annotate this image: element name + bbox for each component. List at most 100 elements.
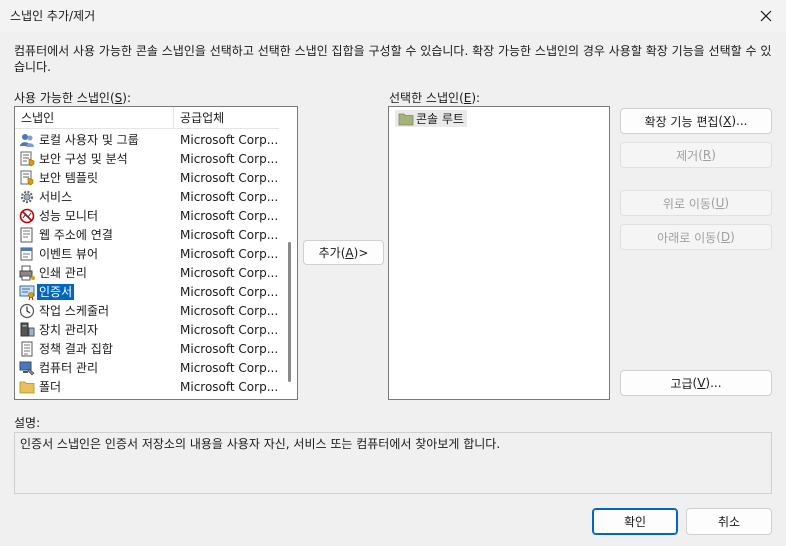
snapin-row-11[interactable]: 정책 결과 집합 Microsoft Corp...	[15, 339, 279, 358]
snapin-row-5[interactable]: 웹 주소에 연결 Microsoft Corp...	[15, 225, 279, 244]
snapin-vendor: Microsoft Corp...	[180, 360, 279, 375]
task-scheduler-icon	[19, 303, 35, 318]
vertical-scrollbar[interactable]	[281, 107, 297, 399]
snapin-vendor: Microsoft Corp...	[180, 227, 279, 242]
snapin-name: 컴퓨터 관리	[39, 360, 99, 375]
snapin-row-13[interactable]: 폴더 Microsoft Corp...	[15, 377, 279, 396]
snapin-vendor: Microsoft Corp...	[180, 132, 279, 147]
snapin-name-cell: 웹 주소에 연결	[15, 227, 174, 243]
snapin-row-12[interactable]: 컴퓨터 관리 Microsoft Corp...	[15, 358, 279, 377]
snapin-name-cell: 보안 구성 및 분석	[15, 151, 174, 167]
snapin-name: 성능 모니터	[39, 208, 99, 223]
snapin-name-cell: 이벤트 뷰어	[15, 246, 174, 262]
snapin-name: 작업 스케줄러	[39, 303, 110, 318]
web-link-icon	[20, 227, 33, 242]
snapin-name: 장치 관리자	[39, 322, 99, 337]
event-viewer-icon	[20, 247, 33, 260]
snapin-name-cell: 로컬 사용자 및 그룹	[15, 132, 174, 148]
scrollbar-thumb[interactable]	[288, 242, 291, 382]
snapin-vendor: Microsoft Corp...	[180, 322, 279, 337]
details-box: 인증서 스냅인은 인증서 저장소의 내용을 사용자 자신, 서비스 또는 컴퓨터…	[14, 432, 772, 494]
policy-result-icon	[21, 341, 33, 356]
available-snapins-list[interactable]: 스냅인 공급업체 로컬 사용자 및 그룹 Microsoft Corp... 보안 …	[14, 106, 298, 400]
users-icon	[20, 133, 34, 147]
snapin-name: 정책 결과 집합	[39, 341, 113, 356]
snapin-vendor: Microsoft Corp...	[180, 208, 279, 223]
available-snapins-label: 사용 가능한 스냅인(S):	[14, 91, 131, 105]
snapin-row-2[interactable]: 보안 템플릿 Microsoft Corp...	[15, 168, 279, 187]
add-button[interactable]: 추가(A) >	[303, 240, 384, 265]
snapin-vendor: Microsoft Corp...	[180, 265, 279, 280]
dialog-description: 컴퓨터에서 사용 가능한 콘솔 스냅인을 선택하고 선택한 스냅인 집합을 구성…	[14, 44, 772, 74]
snapin-name-cell: 서비스	[15, 189, 174, 205]
snapin-vendor: Microsoft Corp...	[180, 170, 279, 185]
remove-button[interactable]: 제거(R)	[620, 142, 772, 168]
available-rows: 로컬 사용자 및 그룹 Microsoft Corp... 보안 구성 및 분석 Mi…	[15, 130, 279, 396]
snapin-vendor: Microsoft Corp...	[180, 379, 279, 394]
folder-icon	[19, 381, 35, 393]
snapin-row-8[interactable]: 인증서 Microsoft Corp...	[15, 282, 279, 301]
advanced-button[interactable]: 고급(V)...	[620, 370, 772, 396]
snapin-name-cell: 작업 스케줄러	[15, 303, 174, 319]
snapin-name-cell: 장치 관리자	[15, 322, 174, 338]
snapin-name: 보안 구성 및 분석	[39, 151, 128, 166]
folder-icon	[398, 113, 414, 125]
snapin-name: 이벤트 뷰어	[39, 246, 99, 261]
snapin-row-4[interactable]: 성능 모니터 Microsoft Corp...	[15, 206, 279, 225]
snapin-name: 웹 주소에 연결	[39, 227, 113, 242]
selected-snapins-label: 선택한 스냅인(E):	[389, 91, 481, 105]
snapin-row-9[interactable]: 작업 스케줄러 Microsoft Corp...	[15, 301, 279, 320]
snapin-name-cell: 보안 템플릿	[15, 170, 174, 186]
snapin-name: 인쇄 관리	[39, 265, 87, 280]
move-down-button[interactable]: 아래로 이동(D)	[620, 224, 772, 250]
close-icon	[760, 10, 772, 22]
snapin-vendor: Microsoft Corp...	[180, 284, 279, 299]
list-header: 스냅인 공급업체	[15, 107, 279, 129]
computer-management-icon	[19, 361, 35, 375]
list-item[interactable]: 콘솔 루트	[395, 110, 467, 127]
snapin-row-6[interactable]: 이벤트 뷰어 Microsoft Corp...	[15, 244, 279, 263]
list-item-label: 콘솔 루트	[416, 112, 464, 126]
security-template-icon	[20, 170, 34, 185]
add-remove-snapins-dialog: 스냅인 추가/제거 컴퓨터에서 사용 가능한 콘솔 스냅인을 선택하고 선택한 …	[0, 0, 786, 546]
snapin-row-1[interactable]: 보안 구성 및 분석 Microsoft Corp...	[15, 149, 279, 168]
snapin-name: 보안 템플릿	[39, 170, 99, 185]
cancel-button[interactable]: 취소	[686, 508, 772, 535]
snapin-name: 폴더	[39, 379, 62, 394]
snapin-name: 서비스	[39, 189, 73, 204]
certificates-icon	[19, 285, 35, 300]
snapin-row-3[interactable]: 서비스 Microsoft Corp...	[15, 187, 279, 206]
security-config-icon	[20, 151, 35, 166]
device-manager-icon	[20, 322, 35, 336]
snapin-row-0[interactable]: 로컬 사용자 및 그룹 Microsoft Corp...	[15, 130, 279, 149]
performance-monitor-icon	[19, 208, 35, 223]
column-header-vendor[interactable]: 공급업체	[174, 107, 279, 129]
snapin-vendor: Microsoft Corp...	[180, 246, 279, 261]
snapin-vendor: Microsoft Corp...	[180, 189, 279, 204]
edit-extensions-button[interactable]: 확장 기능 편집(X)...	[620, 108, 772, 134]
ok-button[interactable]: 확인	[592, 508, 678, 535]
snapin-name: 인증서	[37, 283, 75, 300]
snapin-name-cell: 인쇄 관리	[15, 265, 174, 281]
snapin-name-cell: 컴퓨터 관리	[15, 360, 174, 376]
details-label: 설명:	[14, 416, 41, 430]
snapin-name-cell: 인증서	[15, 283, 174, 300]
snapin-row-7[interactable]: 인쇄 관리 Microsoft Corp...	[15, 263, 279, 282]
snapin-vendor: Microsoft Corp...	[180, 341, 279, 356]
services-gear-icon	[20, 190, 34, 203]
move-up-button[interactable]: 위로 이동(U)	[620, 190, 772, 216]
window-title: 스냅인 추가/제거	[10, 9, 96, 23]
print-management-icon	[19, 265, 35, 280]
snapin-name-cell: 정책 결과 집합	[15, 341, 174, 357]
snapin-vendor: Microsoft Corp...	[180, 151, 279, 166]
selected-snapins-list[interactable]: 콘솔 루트	[388, 106, 610, 400]
details-text: 인증서 스냅인은 인증서 저장소의 내용을 사용자 자신, 서비스 또는 컴퓨터…	[20, 437, 501, 451]
snapin-row-10[interactable]: 장치 관리자 Microsoft Corp...	[15, 320, 279, 339]
column-header-snapin[interactable]: 스냅인	[15, 107, 174, 129]
snapin-name-cell: 폴더	[15, 379, 174, 395]
close-button[interactable]	[746, 0, 786, 32]
snapin-vendor: Microsoft Corp...	[180, 303, 279, 318]
snapin-name-cell: 성능 모니터	[15, 208, 174, 224]
snapin-name: 로컬 사용자 및 그룹	[39, 132, 139, 147]
title-bar: 스냅인 추가/제거	[0, 0, 786, 32]
